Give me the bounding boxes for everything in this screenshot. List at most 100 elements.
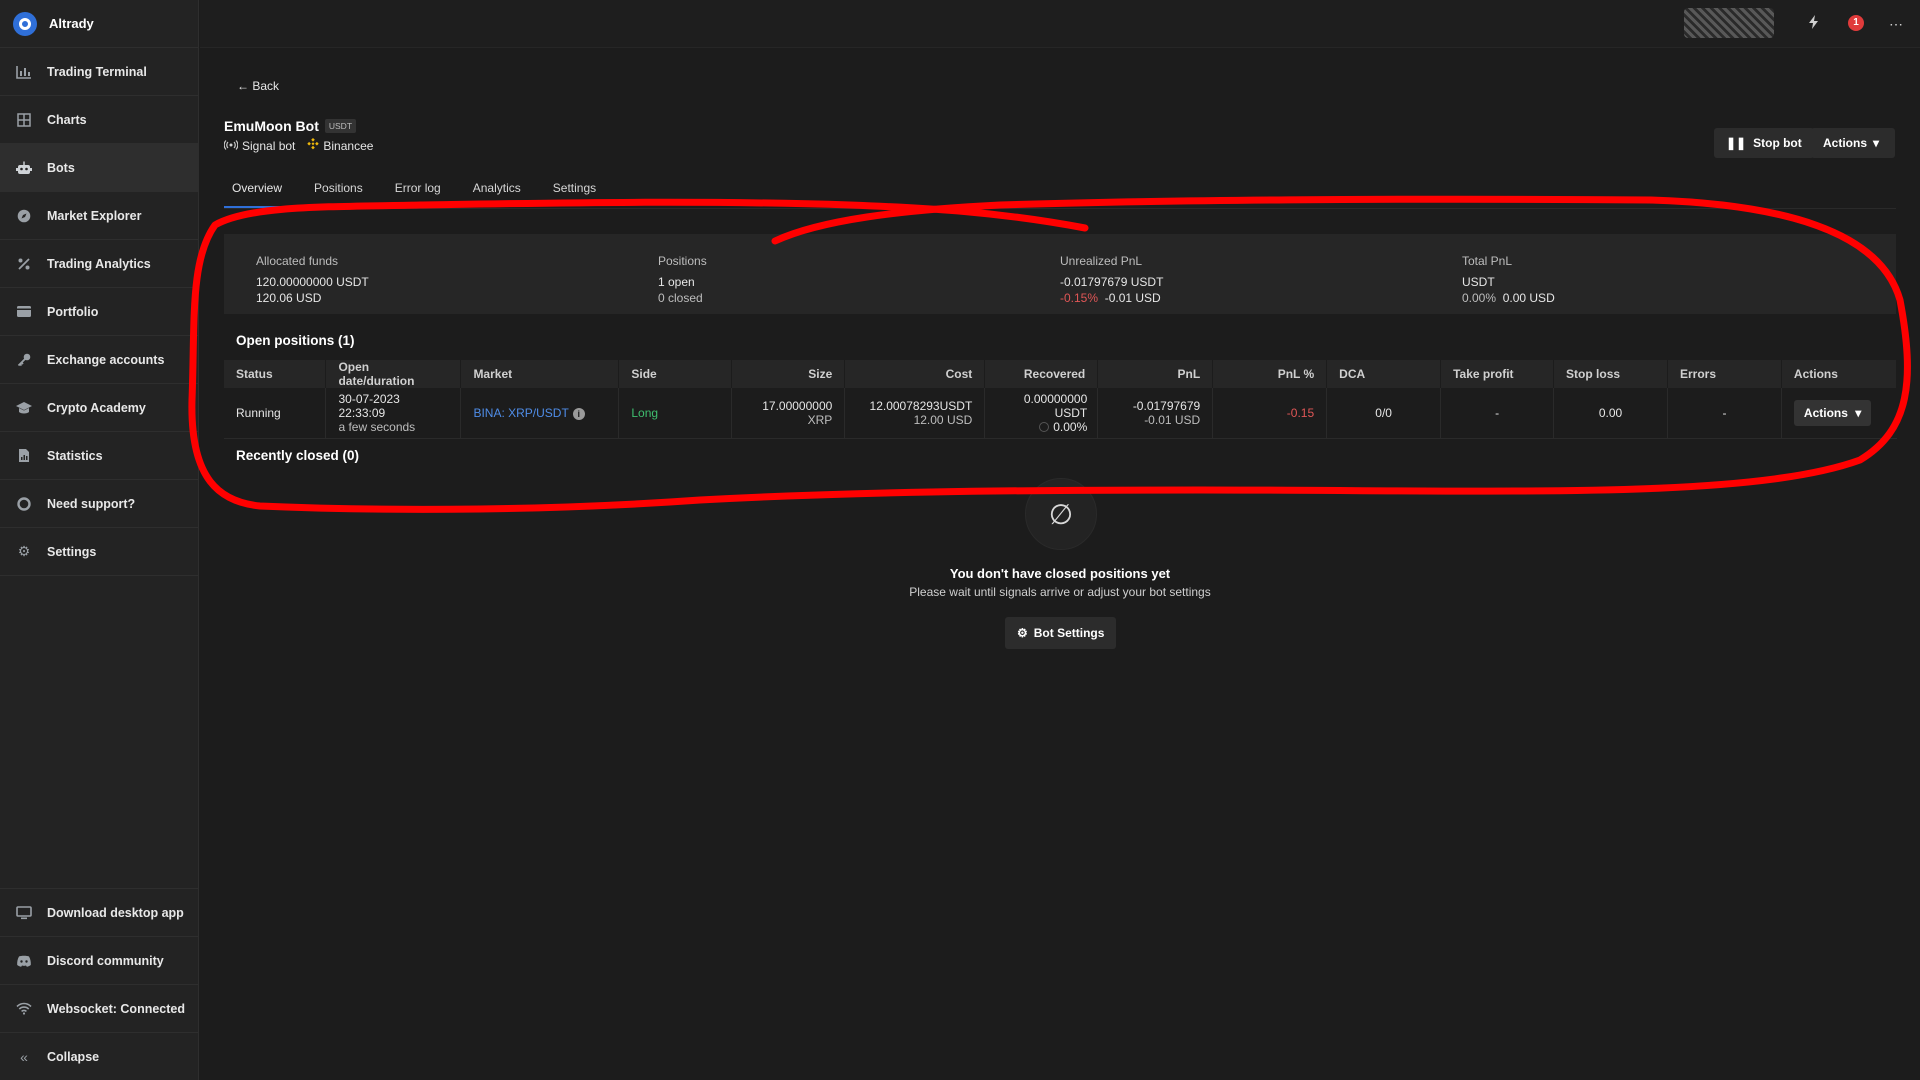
more-options-icon[interactable]: ⋯ xyxy=(1886,14,1906,34)
bot-settings-button[interactable]: ⚙ Bot Settings xyxy=(1005,617,1117,649)
col-stop-loss[interactable]: Stop loss xyxy=(1553,360,1668,388)
sidebar-item-market-explorer[interactable]: Market Explorer xyxy=(0,192,198,240)
sidebar-item-label: Statistics xyxy=(47,448,103,463)
sidebar-item-discord-community[interactable]: Discord community xyxy=(0,936,198,984)
cell-cost: 12.00078293USDT 12.00 USD xyxy=(844,388,986,439)
sidebar-item-statistics[interactable]: Statistics xyxy=(0,432,198,480)
total-pnl-label: Total PnL xyxy=(1462,254,1513,268)
sidebar-bottom: Download desktop app Discord community W… xyxy=(0,888,198,1080)
col-take-profit[interactable]: Take profit xyxy=(1440,360,1555,388)
sidebar-item-trading-analytics[interactable]: Trading Analytics xyxy=(0,240,198,288)
sidebar-item-label: Charts xyxy=(47,112,87,127)
compass-icon xyxy=(15,207,33,225)
sidebar-item-collapse[interactable]: « Collapse xyxy=(0,1032,198,1080)
lifebuoy-icon xyxy=(15,495,33,513)
sidebar-item-crypto-academy[interactable]: Crypto Academy xyxy=(0,384,198,432)
user-avatar-blurred[interactable] xyxy=(1684,8,1774,38)
table-header-row: Status Open date/duration Market Side Si… xyxy=(224,360,1898,388)
total-pnl-usdt: USDT xyxy=(1462,275,1495,289)
unrealized-pnl-percent: -0.15% xyxy=(1060,291,1099,305)
recovered-value: 0.00000000 USDT xyxy=(1023,391,1088,420)
discord-icon xyxy=(15,952,33,970)
cell-errors: - xyxy=(1667,388,1782,439)
col-errors[interactable]: Errors xyxy=(1667,360,1782,388)
brand[interactable]: Altrady xyxy=(0,0,198,48)
col-cost[interactable]: Cost xyxy=(844,360,986,388)
quote-currency-tag: USDT xyxy=(324,119,357,133)
info-icon[interactable]: i xyxy=(572,407,585,420)
recently-closed-title: Recently closed (0) xyxy=(236,448,360,463)
tabs-divider xyxy=(224,208,1896,209)
cell-take-profit: - xyxy=(1440,388,1555,439)
topbar xyxy=(200,0,1920,48)
cell-actions: Actions ▾ xyxy=(1781,388,1897,439)
sidebar-item-label: Portfolio xyxy=(47,304,99,319)
sidebar-item-label: Need support? xyxy=(47,496,136,511)
stop-bot-button[interactable]: ❚❚ Stop bot xyxy=(1714,128,1814,158)
sidebar-item-portfolio[interactable]: Portfolio xyxy=(0,288,198,336)
tab-analytics[interactable]: Analytics xyxy=(465,178,529,208)
col-pnl-percent[interactable]: PnL % xyxy=(1212,360,1328,388)
allocated-funds: Allocated funds 120.00000000 USDT 120.06… xyxy=(256,254,369,306)
lightning-icon[interactable] xyxy=(1804,14,1824,34)
sidebar-item-trading-terminal[interactable]: Trading Terminal xyxy=(0,48,198,96)
col-side[interactable]: Side xyxy=(618,360,733,388)
bot-actions-button[interactable]: Actions ▾ xyxy=(1811,128,1895,158)
sidebar-item-label: Discord community xyxy=(47,953,164,968)
cell-pnl: -0.01797679 -0.01 USD xyxy=(1097,388,1214,439)
open-duration: a few seconds xyxy=(338,419,416,434)
sidebar-item-need-support[interactable]: Need support? xyxy=(0,480,198,528)
pnl-usd: -0.01 USD xyxy=(1144,412,1201,427)
stop-bot-label: Stop bot xyxy=(1753,136,1802,150)
col-recovered[interactable]: Recovered xyxy=(984,360,1099,388)
sidebar-item-label: Market Explorer xyxy=(47,208,142,223)
robot-icon xyxy=(15,159,33,177)
sidebar-item-label: Trading Analytics xyxy=(47,256,151,271)
tab-positions[interactable]: Positions xyxy=(306,178,371,208)
col-size[interactable]: Size xyxy=(731,360,846,388)
progress-ring-icon xyxy=(1039,421,1050,432)
sidebar-item-websocket-status: Websocket: Connected xyxy=(0,984,198,1032)
back-link[interactable]: ← Back xyxy=(237,79,279,93)
notifications-badge[interactable]: 1 xyxy=(1848,15,1864,31)
tab-error-log[interactable]: Error log xyxy=(387,178,449,208)
col-actions: Actions xyxy=(1781,360,1898,388)
monitor-icon xyxy=(15,904,33,922)
size-unit: XRP xyxy=(807,412,833,427)
total-pnl-percent: 0.00% xyxy=(1462,291,1497,305)
sidebar-item-label: Bots xyxy=(47,160,75,175)
col-status[interactable]: Status xyxy=(224,360,327,388)
sidebar-item-label: Websocket: Connected xyxy=(47,1001,185,1016)
col-pnl[interactable]: PnL xyxy=(1097,360,1214,388)
main-content: ← Back EmuMoon Bot USDT Signal bot Binan… xyxy=(200,48,1920,1080)
bot-type: Signal bot xyxy=(242,138,296,153)
row-actions-button[interactable]: Actions ▾ xyxy=(1793,399,1872,426)
col-market[interactable]: Market xyxy=(460,360,620,388)
sidebar-item-charts[interactable]: Charts xyxy=(0,96,198,144)
total-pnl: Total PnL USDT 0.00% 0.00 USD xyxy=(1462,254,1555,306)
key-icon xyxy=(15,351,33,369)
cell-size: 17.00000000 XRP xyxy=(731,388,846,439)
exchange-name: Binancee xyxy=(323,138,374,153)
allocated-funds-usdt: 120.00000000 USDT xyxy=(256,275,369,289)
unrealized-pnl-usdt: -0.01797679 USDT xyxy=(1060,275,1164,289)
back-label: Back xyxy=(252,79,280,93)
col-dca[interactable]: DCA xyxy=(1326,360,1442,388)
sidebar-item-download-desktop-app[interactable]: Download desktop app xyxy=(0,888,198,936)
chart-icon xyxy=(15,63,33,81)
cell-pnl-percent: -0.15 xyxy=(1212,388,1328,439)
col-open-date[interactable]: Open date/duration xyxy=(325,360,462,388)
sidebar-item-exchange-accounts[interactable]: Exchange accounts xyxy=(0,336,198,384)
sidebar-item-label: Crypto Academy xyxy=(47,400,146,415)
unrealized-pnl: Unrealized PnL -0.01797679 USDT -0.15% -… xyxy=(1060,254,1163,306)
wallet-icon xyxy=(15,303,33,321)
market-link[interactable]: BINA: XRP/USDT xyxy=(473,406,568,420)
cell-stop-loss: 0.00 xyxy=(1553,388,1668,439)
allocated-funds-label: Allocated funds xyxy=(256,254,339,268)
row-actions-label: Actions xyxy=(1803,405,1848,420)
sidebar-item-bots[interactable]: Bots xyxy=(0,144,198,192)
table-row[interactable]: Running 30-07-2023 22:33:09 a few second… xyxy=(224,388,1897,439)
tab-overview[interactable]: Overview xyxy=(224,178,291,208)
sidebar-item-settings[interactable]: ⚙ Settings xyxy=(0,528,198,576)
tab-settings[interactable]: Settings xyxy=(545,178,604,208)
